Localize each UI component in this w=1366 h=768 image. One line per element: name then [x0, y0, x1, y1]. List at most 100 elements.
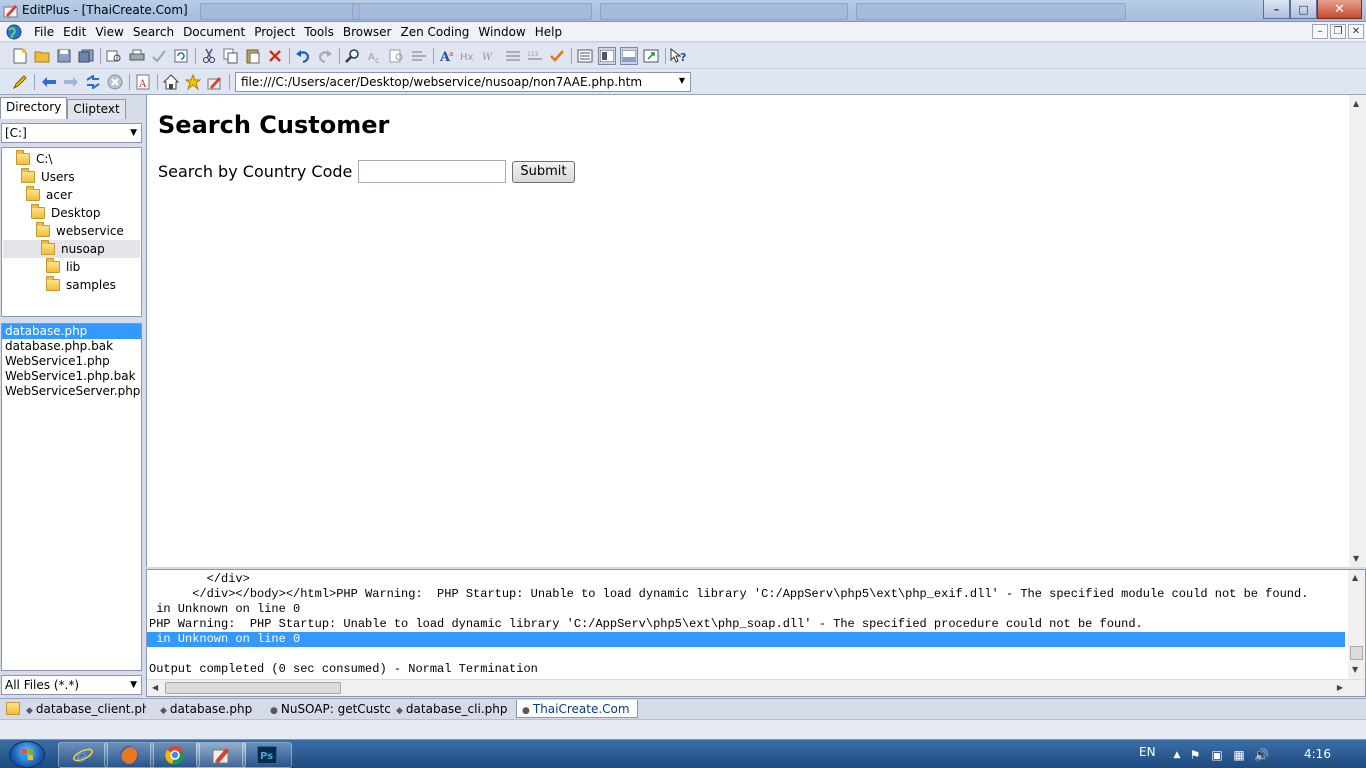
drive-select[interactable]: [C:] ▼ — [1, 123, 142, 143]
check-icon[interactable] — [548, 47, 566, 65]
tree-item-lib[interactable]: lib — [46, 258, 136, 276]
refresh-browser-icon[interactable] — [84, 73, 102, 91]
output-line[interactable]: Output completed (0 sec consumed) - Norm… — [149, 662, 1347, 677]
goto-line-icon[interactable] — [410, 47, 428, 65]
output-line-selected[interactable]: in Unknown on line 0 — [147, 632, 1345, 647]
minimize-button[interactable]: – — [1263, 0, 1290, 19]
output-line[interactable]: </div></body></html>PHP Warning: PHP Sta… — [149, 587, 1347, 602]
print-icon[interactable] — [128, 47, 146, 65]
hex-viewer-icon[interactable]: Hx — [460, 47, 478, 65]
back-arrow-icon[interactable] — [40, 73, 58, 91]
doc-tab-active[interactable]: ●ThaiCreate.Com ⊠ — [516, 700, 638, 718]
output-line[interactable]: PHP Warning: PHP Startup: Unable to load… — [149, 617, 1347, 632]
home-icon[interactable] — [162, 73, 180, 91]
folder-icon[interactable] — [6, 702, 20, 715]
file-filter-select[interactable]: All Files (*.*) ▼ — [1, 675, 142, 695]
taskbar-editplus[interactable] — [196, 742, 246, 768]
ruler-icon[interactable]: 123 — [526, 47, 544, 65]
chevron-down-icon[interactable]: ▼ — [130, 680, 137, 690]
tab-directory[interactable]: Directory — [0, 97, 68, 119]
open-folder-icon[interactable] — [33, 47, 51, 65]
menu-view[interactable]: View — [91, 24, 127, 40]
edit-pencil-icon[interactable] — [11, 73, 29, 91]
network-icon[interactable]: ▦ — [1232, 748, 1246, 762]
delete-icon[interactable] — [266, 47, 284, 65]
menu-window[interactable]: Window — [474, 24, 529, 40]
cut-icon[interactable] — [200, 47, 218, 65]
doc-tab[interactable]: ◆database.php⊠ — [158, 700, 266, 718]
chevron-down-icon[interactable]: ▼ — [679, 76, 685, 85]
doc-close-icon[interactable]: ✕ — [1348, 24, 1364, 39]
volume-icon[interactable]: 🔊 — [1254, 748, 1269, 762]
scroll-left-icon[interactable]: ◀ — [152, 683, 158, 692]
language-indicator[interactable]: EN — [1139, 745, 1156, 759]
spellcheck-icon[interactable] — [150, 47, 168, 65]
taskbar-photoshop[interactable]: Ps — [242, 742, 292, 768]
start-button[interactable] — [9, 741, 45, 768]
action-center-flag-icon[interactable]: ⚑ — [1188, 748, 1202, 762]
replace-icon[interactable]: Ac — [366, 47, 384, 65]
stop-icon[interactable] — [106, 73, 124, 91]
font-icon[interactable]: Aa — [438, 47, 456, 65]
menu-file[interactable]: File — [30, 24, 58, 40]
power-icon[interactable]: ▣ — [1210, 748, 1224, 762]
menu-zen-coding[interactable]: Zen Coding — [397, 24, 474, 40]
scroll-right-icon[interactable]: ▶ — [1337, 683, 1343, 692]
scroll-up-icon[interactable]: ▲ — [1353, 99, 1359, 108]
scroll-down-icon[interactable]: ▼ — [1353, 554, 1359, 563]
menu-edit[interactable]: Edit — [59, 24, 90, 40]
chevron-down-icon[interactable]: ▼ — [130, 128, 137, 138]
text-a-icon[interactable]: A — [134, 73, 152, 91]
forward-arrow-icon[interactable] — [62, 73, 80, 91]
output-horizontal-scrollbar[interactable]: ◀ ▶ — [147, 679, 1365, 696]
taskbar-chrome[interactable] — [150, 742, 200, 768]
view-in-browser-icon[interactable] — [642, 47, 660, 65]
maximize-button[interactable]: □ — [1290, 0, 1317, 19]
taskbar-firefox[interactable] — [104, 742, 154, 768]
file-item[interactable]: database.php.bak — [2, 339, 141, 354]
paste-icon[interactable] — [244, 47, 262, 65]
directory-window-icon[interactable] — [576, 47, 594, 65]
menu-tools[interactable]: Tools — [300, 24, 338, 40]
doc-tab[interactable]: ◆database_client.ph⊠ — [24, 700, 146, 718]
file-item[interactable]: WebServiceServer.php — [2, 384, 141, 399]
tree-item-webservice[interactable]: webservice — [36, 222, 136, 240]
editplus-app-icon[interactable] — [3, 3, 19, 19]
output-line[interactable]: </div> — [149, 572, 1347, 587]
tree-item-acer[interactable]: acer — [26, 186, 136, 204]
save-all-icon[interactable] — [77, 47, 95, 65]
tree-item-nusoap[interactable]: nusoap — [3, 240, 140, 258]
scroll-thumb[interactable] — [165, 682, 341, 694]
close-tab-icon[interactable]: ⊠ — [513, 705, 514, 716]
find-icon[interactable] — [344, 47, 362, 65]
tree-item-desktop[interactable]: Desktop — [31, 204, 136, 222]
find-in-files-icon[interactable] — [388, 47, 406, 65]
doc-tab[interactable]: ●NuSOAP: getCustc⊠ — [268, 700, 390, 718]
redo-icon[interactable] — [316, 47, 334, 65]
save-icon[interactable] — [55, 47, 73, 65]
show-hidden-icons-icon[interactable]: ▲ — [1170, 748, 1184, 762]
line-numbers-icon[interactable] — [504, 47, 522, 65]
output-line[interactable] — [149, 647, 1347, 662]
new-file-icon[interactable] — [11, 47, 29, 65]
menu-project[interactable]: Project — [250, 24, 299, 40]
taskbar-internet-explorer[interactable]: e — [58, 742, 108, 768]
editplus-browser-icon[interactable] — [206, 73, 224, 91]
menu-search[interactable]: Search — [129, 24, 178, 40]
toggle-browser-icon[interactable] — [620, 47, 638, 65]
favorites-star-icon[interactable] — [184, 73, 202, 91]
output-window-icon[interactable] — [598, 47, 616, 65]
menu-help[interactable]: Help — [531, 24, 566, 40]
copy-icon[interactable] — [222, 47, 240, 65]
close-button[interactable]: ✕ — [1317, 0, 1362, 19]
globe-icon[interactable] — [6, 24, 22, 40]
file-item[interactable]: WebService1.php — [2, 354, 141, 369]
doc-minimize-icon[interactable]: – — [1312, 24, 1328, 39]
word-wrap-icon[interactable]: W — [482, 47, 500, 65]
tree-item-samples[interactable]: samples — [46, 276, 136, 294]
file-item[interactable]: WebService1.php.bak — [2, 369, 141, 384]
country-code-input[interactable] — [358, 160, 507, 183]
submit-button[interactable]: Submit — [512, 160, 575, 183]
clock-time[interactable]: 4:16 — [1304, 747, 1331, 761]
doc-tab[interactable]: ◆database_cli.php ⊠ — [394, 700, 514, 718]
